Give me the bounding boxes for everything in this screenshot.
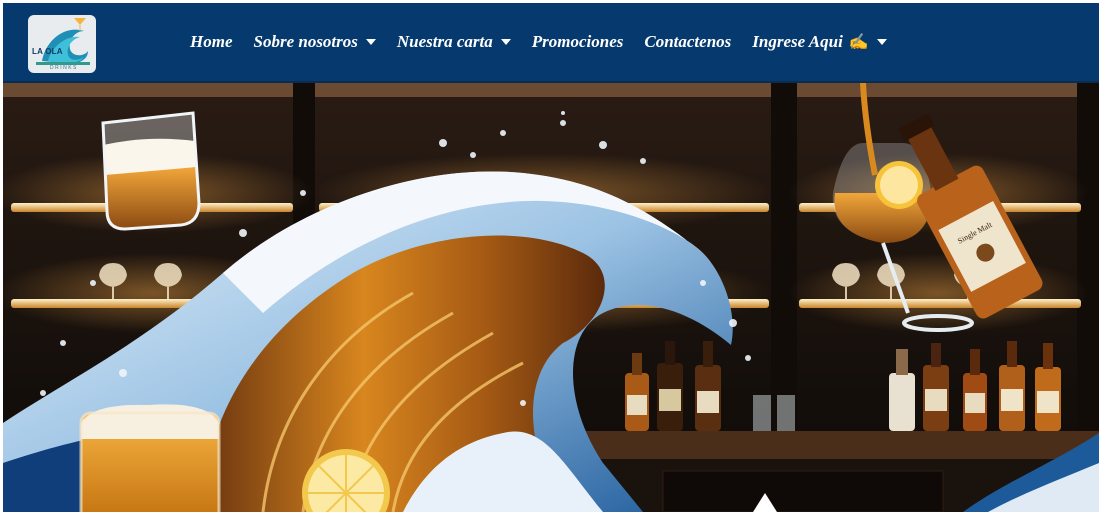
nav-contactenos[interactable]: Contactenos xyxy=(644,32,731,52)
nav-sobre-nosotros[interactable]: Sobre nosotros xyxy=(254,32,376,52)
pointing-hand-icon: ✍ xyxy=(848,34,869,51)
nav-promociones-label: Promociones xyxy=(531,32,624,51)
logo-title: LA OLA xyxy=(32,47,63,56)
caret-down-icon xyxy=(365,39,376,45)
hero-banner: Single Malt xyxy=(3,83,1099,512)
nav-ingrese-aqui[interactable]: Ingrese Aqui ✍ xyxy=(752,32,887,52)
nav-nuestra-carta-label: Nuestra carta xyxy=(396,32,493,51)
logo[interactable]: LA OLA DRINKS xyxy=(28,15,96,73)
nav-home-label: Home xyxy=(190,32,233,51)
nav-sobre-nosotros-label: Sobre nosotros xyxy=(253,32,358,51)
bar-wave-drinks-banner: Single Malt xyxy=(3,83,1099,512)
nav-home[interactable]: Home xyxy=(190,32,233,52)
nav-promociones[interactable]: Promociones xyxy=(532,32,624,52)
navbar: LA OLA DRINKS Home Sobre nosotros Nuestr… xyxy=(3,3,1099,83)
page-frame: LA OLA DRINKS Home Sobre nosotros Nuestr… xyxy=(3,3,1099,512)
nav-nuestra-carta[interactable]: Nuestra carta xyxy=(397,32,511,52)
caret-down-icon xyxy=(500,39,511,45)
nav-ingrese-aqui-label: Ingrese Aqui xyxy=(752,32,843,51)
logo-subtitle: DRINKS xyxy=(50,65,78,71)
nav-contactenos-label: Contactenos xyxy=(644,32,732,51)
caret-down-icon xyxy=(876,39,887,45)
main-nav: Home Sobre nosotros Nuestra carta Promoc… xyxy=(190,3,887,81)
